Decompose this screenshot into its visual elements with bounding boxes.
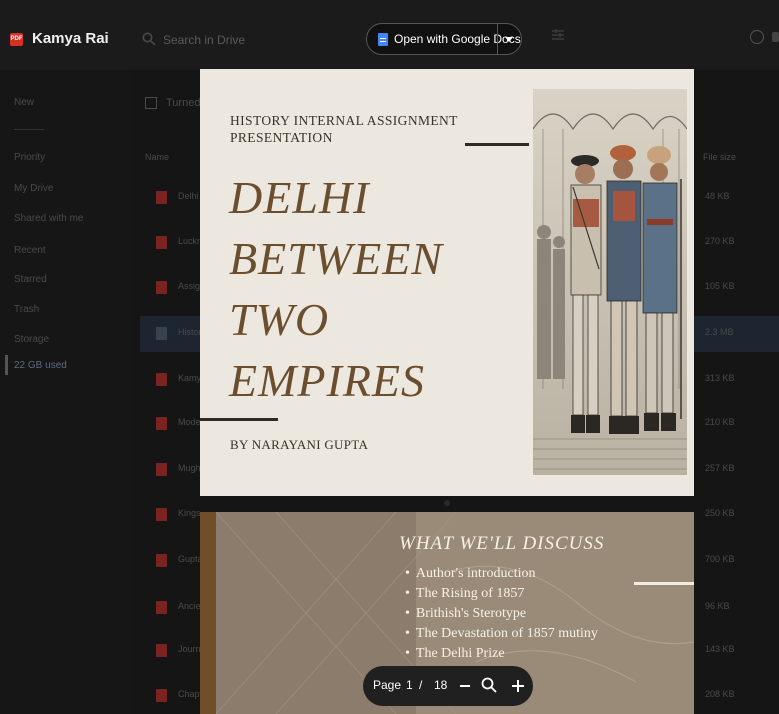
page-divider-dot xyxy=(444,500,450,506)
slide-title: DELHI BETWEEN TWO EMPIRES xyxy=(229,167,443,411)
zoom-in-icon[interactable] xyxy=(517,680,519,692)
pdf-file-icon xyxy=(156,236,167,249)
pdf-file-icon xyxy=(156,644,167,657)
page-label: Page xyxy=(373,678,402,692)
page-separator: / xyxy=(419,678,423,692)
chevron-down-icon[interactable] xyxy=(505,37,513,42)
list-item: Author's introduction xyxy=(405,564,598,584)
sidebar-item-priority[interactable]: Priority xyxy=(14,152,45,163)
zoom-out-icon[interactable] xyxy=(460,685,470,687)
pdf-file-icon xyxy=(156,689,167,702)
file-size: 143 KB xyxy=(705,644,735,654)
slide-author: BY NARAYANI GUPTA xyxy=(230,437,369,452)
agenda-list: Author's introduction The Rising of 1857… xyxy=(405,564,598,664)
storage-used-text: 22 GB used xyxy=(14,360,67,371)
file-name: Kings xyxy=(178,508,201,518)
column-header-size[interactable]: File size xyxy=(703,152,736,162)
pdf-file-icon xyxy=(156,327,167,340)
pdf-file-icon xyxy=(156,463,167,476)
top-bar: PDF Kamya Rai Search in Drive Open with … xyxy=(0,0,779,70)
sidebar-item-trash[interactable]: Trash xyxy=(14,304,39,315)
list-item: The Delhi Prize xyxy=(405,644,598,664)
column-header-name[interactable]: Name xyxy=(145,152,169,162)
pdf-file-icon xyxy=(156,191,167,204)
filter-icon[interactable] xyxy=(552,28,564,42)
zoom-icon[interactable] xyxy=(481,677,497,693)
sidebar-item-recent[interactable]: Recent xyxy=(14,245,46,256)
pdf-file-icon xyxy=(156,508,167,521)
file-name: Delhi xyxy=(178,191,199,201)
pdf-file-icon xyxy=(156,373,167,386)
new-button[interactable]: New xyxy=(14,97,34,108)
list-item: The Devastation of 1857 mutiny xyxy=(405,624,598,644)
slide-subtitle: HISTORY INTERNAL ASSIGNMENT PRESENTATION xyxy=(230,113,458,145)
button-divider xyxy=(497,24,498,54)
title-line: DELHI xyxy=(229,172,370,223)
file-size: 700 KB xyxy=(705,554,735,564)
title-line: EMPIRES xyxy=(229,355,426,406)
file-size: 2.3 MB xyxy=(705,327,734,337)
slide-edge-strip xyxy=(200,512,216,714)
pdf-file-icon xyxy=(156,554,167,567)
open-with-button[interactable]: Open with Google Docs xyxy=(366,23,522,55)
current-page-input[interactable]: 1 xyxy=(406,678,413,692)
total-pages: 18 xyxy=(434,678,448,692)
file-name: Gupta xyxy=(178,554,203,564)
list-item: Brithish's Sterotype xyxy=(405,604,598,624)
file-size: 105 KB xyxy=(705,281,735,291)
sidebar-item-starred[interactable]: Starred xyxy=(14,274,47,285)
historical-engraving-image xyxy=(533,89,687,475)
help-icon[interactable] xyxy=(750,30,764,44)
sidebar-scroll-indicator xyxy=(5,355,8,375)
sidebar: New Priority My Drive Shared with me Rec… xyxy=(0,70,130,714)
pdf-file-icon: PDF xyxy=(10,33,23,46)
decorative-rule xyxy=(634,582,694,585)
file-size: 48 KB xyxy=(705,191,730,201)
file-title: Kamya Rai xyxy=(32,30,109,47)
pdf-page-1: HISTORY INTERNAL ASSIGNMENT PRESENTATION… xyxy=(200,69,694,496)
file-size: 257 KB xyxy=(705,463,735,473)
divider xyxy=(14,129,44,130)
google-docs-icon xyxy=(378,33,388,46)
search-input[interactable]: Search in Drive xyxy=(163,33,245,47)
file-size: 250 KB xyxy=(705,508,735,518)
file-size: 208 KB xyxy=(705,689,735,699)
list-item: The Rising of 1857 xyxy=(405,584,598,604)
slide-title: WHAT WE'LL DISCUSS xyxy=(399,533,605,554)
decorative-rule xyxy=(465,143,529,146)
settings-icon[interactable] xyxy=(772,32,779,42)
page-controls: Page 1 / 18 xyxy=(363,666,533,706)
pdf-file-icon xyxy=(156,417,167,430)
sidebar-item-storage[interactable]: Storage xyxy=(14,334,49,345)
sidebar-item-shared[interactable]: Shared with me xyxy=(14,213,83,224)
open-with-label: Open with Google Docs xyxy=(394,32,521,46)
search-icon[interactable] xyxy=(142,32,156,46)
file-size: 210 KB xyxy=(705,417,735,427)
pdf-file-icon xyxy=(156,601,167,614)
file-size: 270 KB xyxy=(705,236,735,246)
title-line: BETWEEN xyxy=(229,233,443,284)
file-size: 96 KB xyxy=(705,601,730,611)
file-size: 313 KB xyxy=(705,373,735,383)
decorative-rule xyxy=(200,418,278,421)
title-line: TWO xyxy=(229,294,330,345)
folder-icon xyxy=(145,97,157,109)
sidebar-item-my-drive[interactable]: My Drive xyxy=(14,183,53,194)
pdf-file-icon xyxy=(156,281,167,294)
